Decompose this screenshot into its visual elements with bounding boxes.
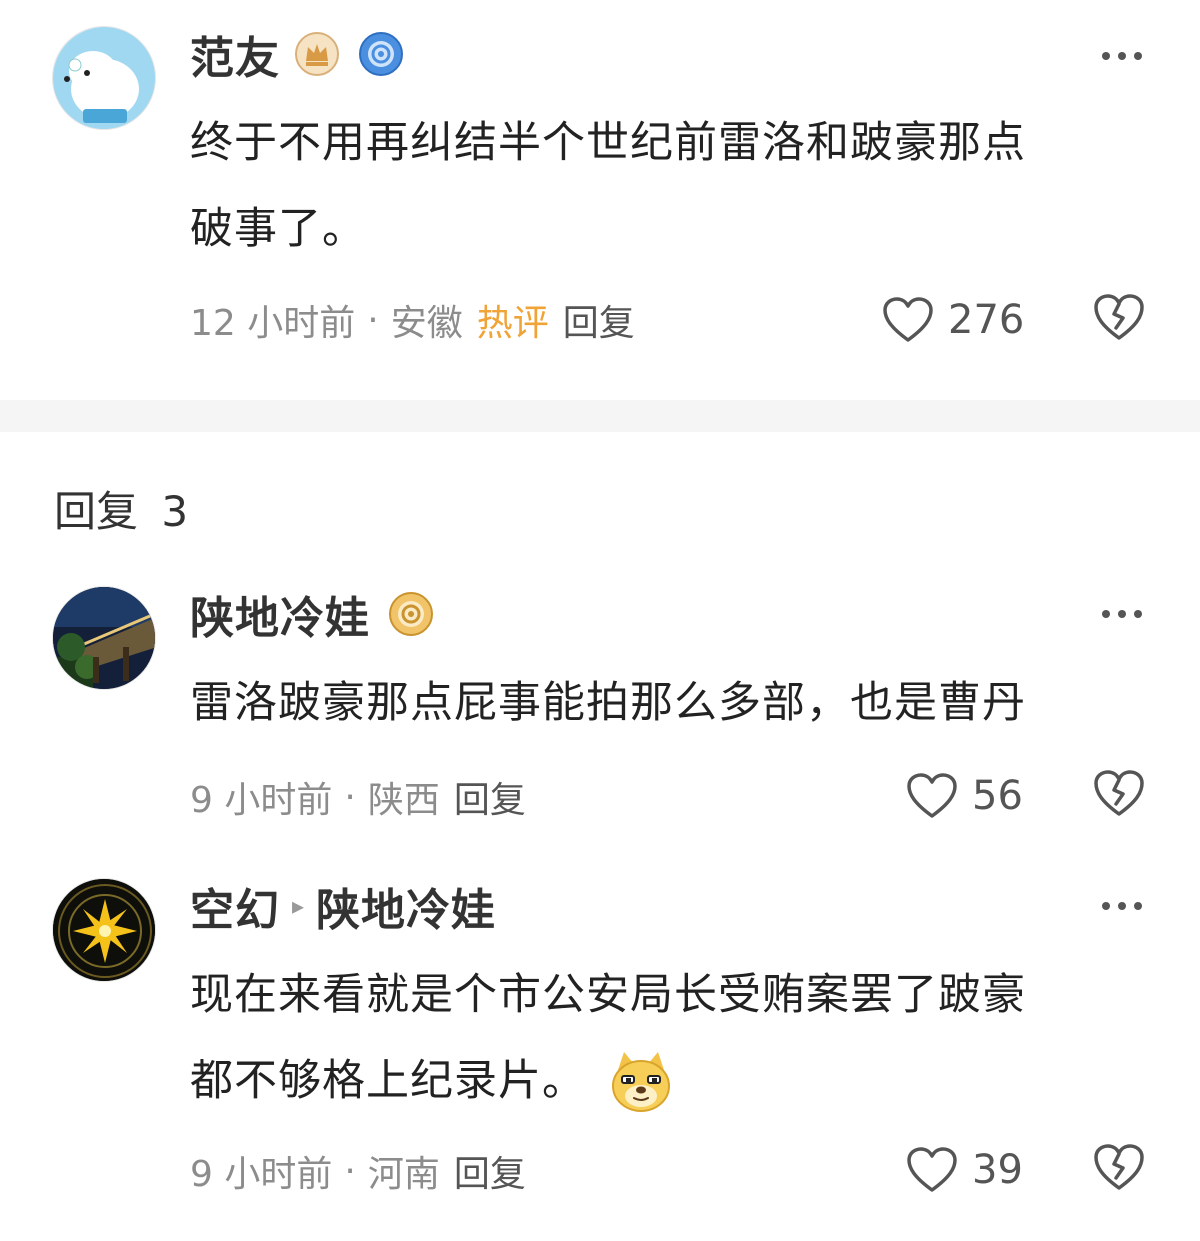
comment-meta: 9 小时前 · 陕西 回复 bbox=[190, 772, 526, 822]
avatar[interactable] bbox=[52, 586, 156, 690]
comment-text: 终于不用再纠结半个世纪前雷洛和跛豪那点 破事了。 bbox=[190, 100, 1135, 272]
reply-button[interactable]: 回复 bbox=[563, 294, 635, 346]
like-count: 56 bbox=[972, 773, 1023, 819]
more-dots-icon[interactable] bbox=[1102, 608, 1142, 620]
username[interactable]: 陕地冷娃 bbox=[190, 582, 370, 646]
username[interactable]: 空幻 bbox=[190, 874, 280, 938]
comment-text-line: 终于不用再纠结半个世纪前雷洛和跛豪那点 bbox=[190, 118, 1026, 168]
section-divider bbox=[0, 400, 1200, 432]
location: 安徽 bbox=[390, 303, 463, 344]
timestamp: 9 小时前 bbox=[190, 1154, 333, 1195]
avatar[interactable] bbox=[52, 26, 156, 130]
comment-meta: 9 小时前 · 河南 回复 bbox=[190, 1146, 526, 1196]
more-dots-icon[interactable] bbox=[1102, 900, 1142, 912]
crown-badge-icon bbox=[294, 31, 340, 77]
separator: · bbox=[344, 1150, 356, 1192]
username-row: 陕地冷娃 bbox=[190, 584, 434, 644]
broken-heart-icon bbox=[1094, 1144, 1144, 1190]
comment-text-line: 雷洛跛豪那点屁事能拍那么多部，也是曹丹 bbox=[190, 678, 1026, 728]
more-dots-icon[interactable] bbox=[1102, 50, 1142, 62]
comment-text-line-with-emoji: 都不够格上纪录片。 bbox=[190, 1038, 1135, 1124]
broken-heart-icon bbox=[1094, 294, 1144, 340]
comment-text: 雷洛跛豪那点屁事能拍那么多部，也是曹丹 bbox=[190, 660, 1135, 746]
comment-text-line: 都不够格上纪录片。 bbox=[190, 1056, 586, 1106]
comment-text: 现在来看就是个市公安局长受贿案罢了跛豪 都不够格上纪录片。 bbox=[190, 952, 1135, 1124]
reply-arrow-icon: ▸ bbox=[292, 892, 305, 920]
reply-button[interactable]: 回复 bbox=[454, 1145, 526, 1197]
heart-outline-icon bbox=[883, 297, 933, 342]
reply-button[interactable]: 回复 bbox=[454, 771, 526, 823]
username-row: 范友 bbox=[190, 24, 404, 84]
vip-disc-badge-icon bbox=[388, 591, 434, 637]
like-button[interactable]: 276 bbox=[882, 292, 1024, 348]
like-button[interactable]: 39 bbox=[906, 1142, 1023, 1198]
broken-heart-icon bbox=[1094, 770, 1144, 816]
hot-comment-badge: 热评 bbox=[476, 303, 549, 344]
replies-header: 回复 3 bbox=[54, 478, 188, 539]
comment-text-line: 破事了。 bbox=[190, 204, 366, 254]
location: 陕西 bbox=[367, 780, 440, 821]
replies-header-label: 回复 bbox=[54, 487, 139, 536]
timestamp: 12 小时前 bbox=[190, 303, 356, 344]
doge-emoji-icon bbox=[608, 1048, 674, 1114]
like-button[interactable]: 56 bbox=[906, 768, 1023, 824]
dislike-button[interactable] bbox=[1092, 292, 1146, 346]
comment-meta: 12 小时前 · 安徽 热评 回复 bbox=[190, 295, 635, 345]
username-row: 空幻 ▸ 陕地冷娃 bbox=[190, 876, 496, 936]
dislike-button[interactable] bbox=[1092, 768, 1146, 822]
reply-to-username[interactable]: 陕地冷娃 bbox=[316, 874, 496, 938]
like-count: 39 bbox=[972, 1147, 1023, 1193]
dislike-button[interactable] bbox=[1092, 1142, 1146, 1196]
username[interactable]: 范友 bbox=[190, 22, 280, 86]
replies-count: 3 bbox=[161, 487, 189, 536]
heart-outline-icon bbox=[907, 773, 957, 818]
heart-outline-icon bbox=[907, 1147, 957, 1192]
avatar[interactable] bbox=[52, 878, 156, 982]
like-count: 276 bbox=[948, 297, 1025, 343]
separator: · bbox=[367, 299, 379, 341]
comment-text-line: 现在来看就是个市公安局长受贿案罢了跛豪 bbox=[190, 970, 1026, 1020]
vip-disc-badge-icon bbox=[358, 31, 404, 77]
separator: · bbox=[344, 776, 356, 818]
location: 河南 bbox=[367, 1154, 440, 1195]
timestamp: 9 小时前 bbox=[190, 780, 333, 821]
